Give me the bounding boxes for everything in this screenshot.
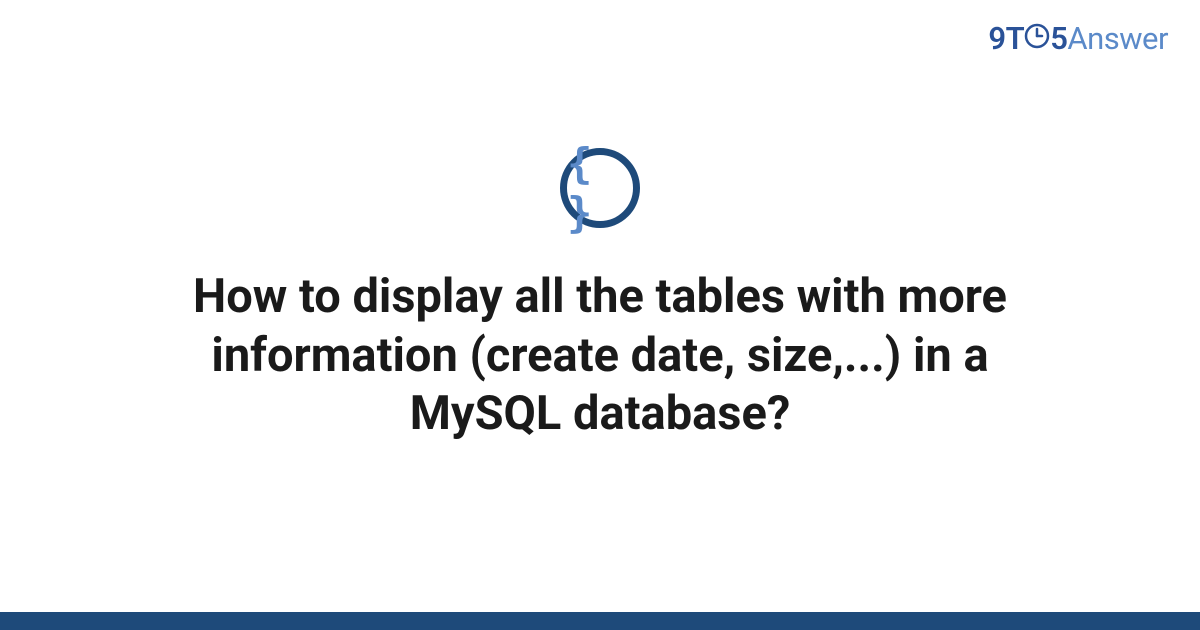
code-braces-icon: { } <box>560 148 640 228</box>
page-title: How to display all the tables with more … <box>120 268 1080 444</box>
main-content: { } How to display all the tables with m… <box>0 0 1200 612</box>
icon-glyph: { } <box>567 139 633 237</box>
footer-bar <box>0 612 1200 630</box>
category-icon-wrapper: { } <box>560 148 640 228</box>
